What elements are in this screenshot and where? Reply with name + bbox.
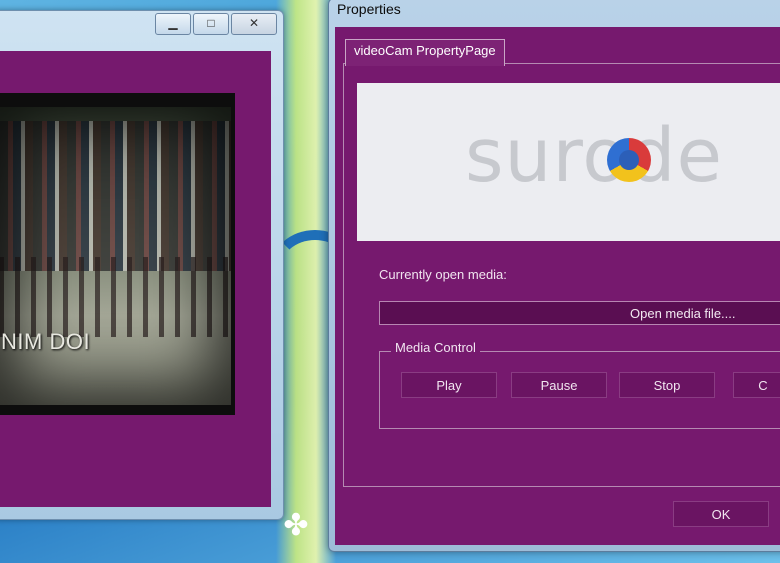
video-overlay-text: NIM DOI (1, 329, 91, 354)
caption-buttons: ▁ □ ✕ (153, 13, 277, 35)
open-media-button[interactable]: Open media file.... (379, 301, 780, 325)
video-window: ▁ □ ✕ NIM DOI (0, 10, 284, 520)
video-window-client: NIM DOI (0, 51, 271, 507)
properties-dialog: videoCam PropertyPage surode Currently o… (335, 27, 780, 545)
current-media-label: Currently open media: (379, 267, 507, 282)
tab-videocam-propertypage[interactable]: videoCam PropertyPage (345, 39, 505, 66)
logo-banner: surode (357, 83, 780, 241)
media-control-legend: Media Control (391, 340, 480, 355)
window-title: Properties (337, 1, 401, 17)
ok-button[interactable]: OK (673, 501, 769, 527)
video-vignette (0, 107, 231, 405)
maximize-icon[interactable]: □ (193, 13, 229, 35)
logo-circle-icon (607, 138, 651, 182)
logo: surode (465, 113, 724, 199)
video-scene: NIM DOI (0, 107, 231, 405)
stop-button[interactable]: Stop (619, 372, 715, 398)
video-frame: NIM DOI (0, 93, 235, 415)
close-icon[interactable]: ✕ (231, 13, 277, 35)
close-media-button[interactable]: C (733, 372, 780, 398)
play-button[interactable]: Play (401, 372, 497, 398)
properties-window: Properties videoCam PropertyPage surode … (328, 0, 780, 552)
pause-button[interactable]: Pause (511, 372, 607, 398)
minimize-icon[interactable]: ▁ (155, 13, 191, 35)
